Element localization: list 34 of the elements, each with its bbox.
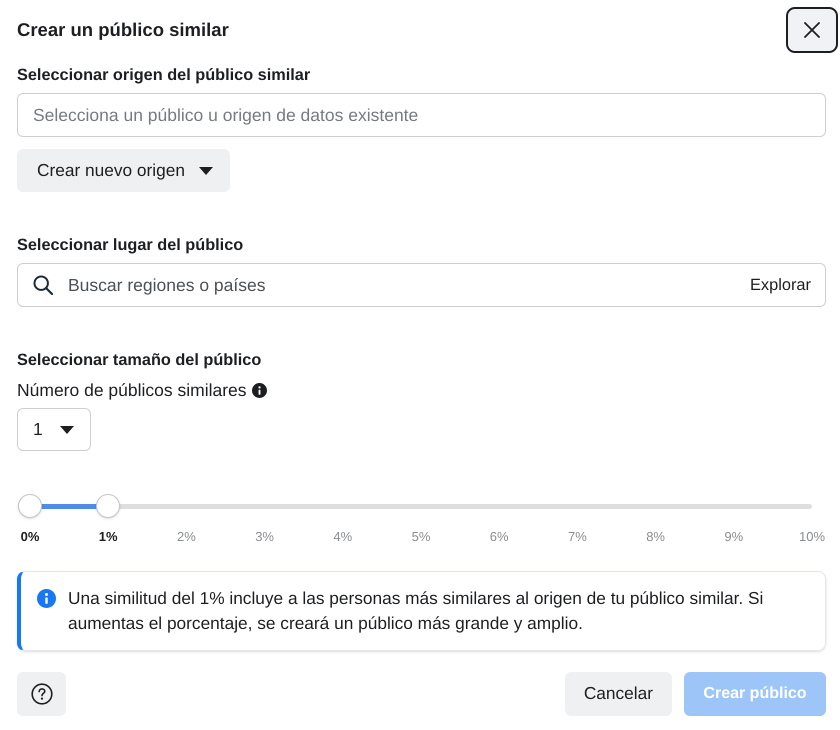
count-label: Número de públicos similares [17, 380, 247, 400]
tick-label: 1% [98, 529, 118, 545]
tick-label: 5% [412, 529, 430, 545]
tick-label: 4% [333, 529, 352, 545]
info-icon[interactable] [252, 382, 267, 398]
source-field[interactable]: Selecciona un público u origen de datos existente [17, 93, 826, 137]
search-icon [33, 275, 53, 295]
caret-icon [60, 426, 74, 434]
section-label: Seleccionar tamaño del público [17, 350, 262, 370]
tick-label: 2% [177, 529, 196, 545]
create-source-button[interactable]: Crear nuevo origen [17, 149, 230, 192]
slider-thumb[interactable] [18, 494, 42, 518]
slider-thumb[interactable] [96, 494, 120, 518]
tick-label: 3% [255, 529, 274, 545]
cancel-button[interactable]: Cancelar [564, 672, 672, 716]
section-label: Seleccionar origen del público similar [17, 65, 312, 85]
count-dropdown[interactable]: 1 [17, 408, 91, 451]
location-search-field[interactable]: Buscar regiones o países Explorar [17, 263, 826, 307]
dialog-title: Crear un público similar [17, 18, 229, 42]
help-icon [30, 683, 52, 705]
caret-icon [199, 166, 213, 174]
info-icon [37, 589, 56, 608]
tick-label: 6% [490, 529, 509, 545]
tick-label: 10% [798, 529, 826, 545]
tick-label: 8% [646, 529, 665, 545]
section-label: Seleccionar lugar del público [17, 235, 244, 255]
close-icon [804, 22, 820, 38]
close-button[interactable] [786, 7, 838, 53]
tick-label: 9% [724, 529, 744, 545]
tick-label: 7% [568, 529, 587, 545]
help-button[interactable] [17, 672, 66, 716]
explore-button[interactable]: Explorar [750, 272, 811, 298]
info-text: Una similitud del 1% incluye a las personas más similares al origen de tu público similar. Si aumentas el porcentaje, se creará un público más grande y amplio. [68, 587, 764, 635]
tick-label: 0% [20, 529, 40, 545]
